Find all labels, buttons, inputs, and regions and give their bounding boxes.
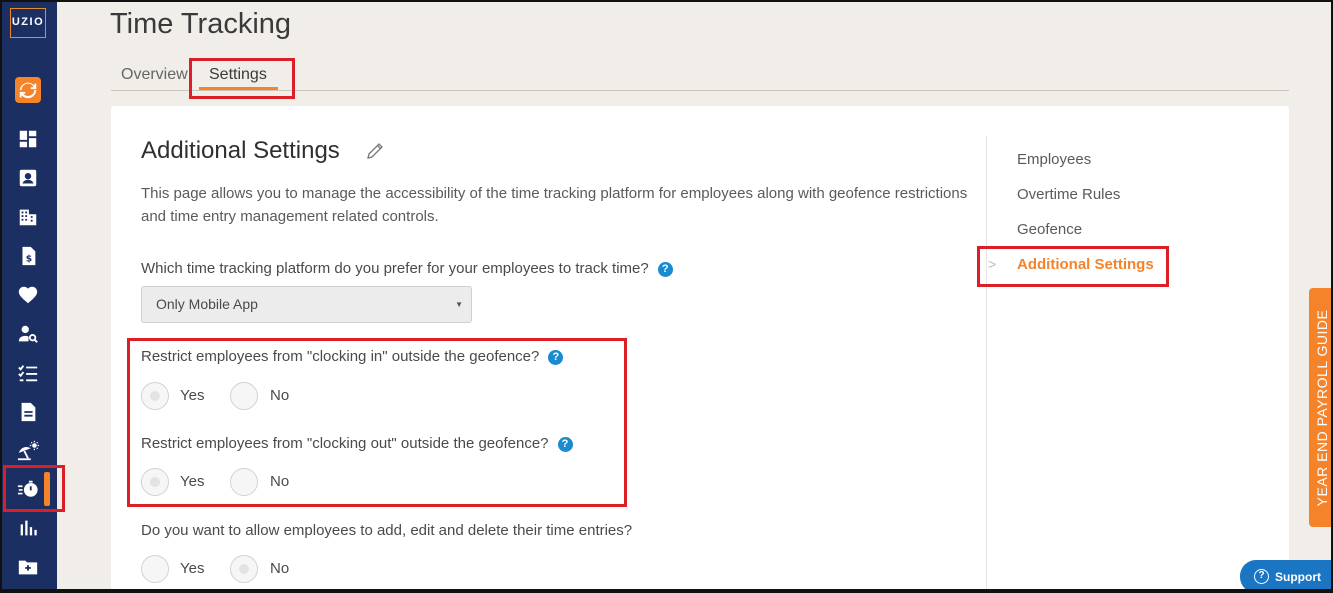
year-end-payroll-guide-tab[interactable]: YEAR END PAYROLL GUIDE <box>1309 288 1333 527</box>
dashboard-icon[interactable] <box>15 126 41 152</box>
time-entries-yes-radio[interactable] <box>141 555 169 583</box>
clock-out-no-radio[interactable] <box>230 468 258 496</box>
dropdown-arrow-icon: ▼ <box>455 300 463 309</box>
tab-overview[interactable]: Overview <box>121 66 188 84</box>
beach-umbrella-icon[interactable] <box>15 438 41 464</box>
platform-question-text: Which time tracking platform do you pref… <box>141 260 649 277</box>
clock-out-yes-radio[interactable] <box>141 468 169 496</box>
page-description: This page allows you to manage the acces… <box>141 185 968 225</box>
support-button[interactable]: ? Support <box>1240 560 1333 593</box>
clock-out-no-label: No <box>270 473 290 490</box>
checklist-icon[interactable] <box>15 360 41 386</box>
side-nav-employees[interactable]: Employees <box>1017 151 1091 168</box>
clock-in-no-label: No <box>270 387 290 404</box>
tab-bar: Overview Settings <box>111 58 1289 91</box>
stopwatch-icon[interactable] <box>15 476 41 502</box>
page-title: Time Tracking <box>110 8 292 40</box>
refresh-icon[interactable] <box>15 77 41 103</box>
help-icon[interactable]: ? <box>657 262 673 277</box>
time-entries-no-radio[interactable] <box>230 555 258 583</box>
clock-in-no-radio[interactable] <box>230 382 258 410</box>
year-end-label: YEAR END PAYROLL GUIDE <box>1314 309 1330 506</box>
active-indicator <box>44 472 50 506</box>
chevron-right-icon: > <box>988 256 997 272</box>
section-title: Additional Settings <box>141 137 340 164</box>
time-entries-no-label: No <box>270 560 290 577</box>
clock-in-yes-radio[interactable] <box>141 382 169 410</box>
tab-settings[interactable]: Settings <box>209 66 267 84</box>
active-tab-underline <box>199 87 278 90</box>
edit-pencil-icon[interactable] <box>365 141 385 161</box>
building-icon[interactable] <box>15 204 41 230</box>
help-icon[interactable]: ? <box>557 437 573 452</box>
side-nav-additional-settings[interactable]: Additional Settings <box>1017 256 1154 273</box>
platform-select[interactable]: Only Mobile App ▼ <box>141 286 472 323</box>
clock-in-question-text: Restrict employees from "clocking in" ou… <box>141 348 540 365</box>
clock-out-question: Restrict employees from "clocking out" o… <box>141 435 573 452</box>
side-nav-geofence[interactable]: Geofence <box>1017 221 1082 238</box>
platform-select-value: Only Mobile App <box>156 296 258 312</box>
sidebar: UZIO $ <box>2 2 57 589</box>
clock-in-yes-label: Yes <box>180 387 205 404</box>
time-entries-yes-label: Yes <box>180 560 205 577</box>
support-label: Support <box>1275 569 1321 584</box>
folder-add-icon[interactable] <box>15 554 41 580</box>
side-nav-divider <box>986 136 987 593</box>
svg-text:$: $ <box>26 254 32 265</box>
settings-card: Additional Settings This page allows you… <box>111 106 1289 593</box>
document-icon[interactable] <box>15 399 41 425</box>
time-entries-question: Do you want to allow employees to add, e… <box>141 522 633 539</box>
user-search-icon[interactable] <box>15 321 41 347</box>
employee-card-icon[interactable] <box>15 165 41 191</box>
side-nav-overtime-rules[interactable]: Overtime Rules <box>1017 186 1120 203</box>
platform-question: Which time tracking platform do you pref… <box>141 260 673 277</box>
clock-in-question: Restrict employees from "clocking in" ou… <box>141 348 564 365</box>
clock-out-yes-label: Yes <box>180 473 205 490</box>
bar-chart-icon[interactable] <box>15 515 41 541</box>
heart-icon[interactable] <box>15 282 41 308</box>
uzio-logo[interactable]: UZIO <box>10 8 46 38</box>
clock-out-question-text: Restrict employees from "clocking out" o… <box>141 435 549 452</box>
payroll-document-icon[interactable]: $ <box>15 243 41 269</box>
help-icon[interactable]: ? <box>548 350 564 365</box>
help-circle-icon: ? <box>1254 569 1269 584</box>
